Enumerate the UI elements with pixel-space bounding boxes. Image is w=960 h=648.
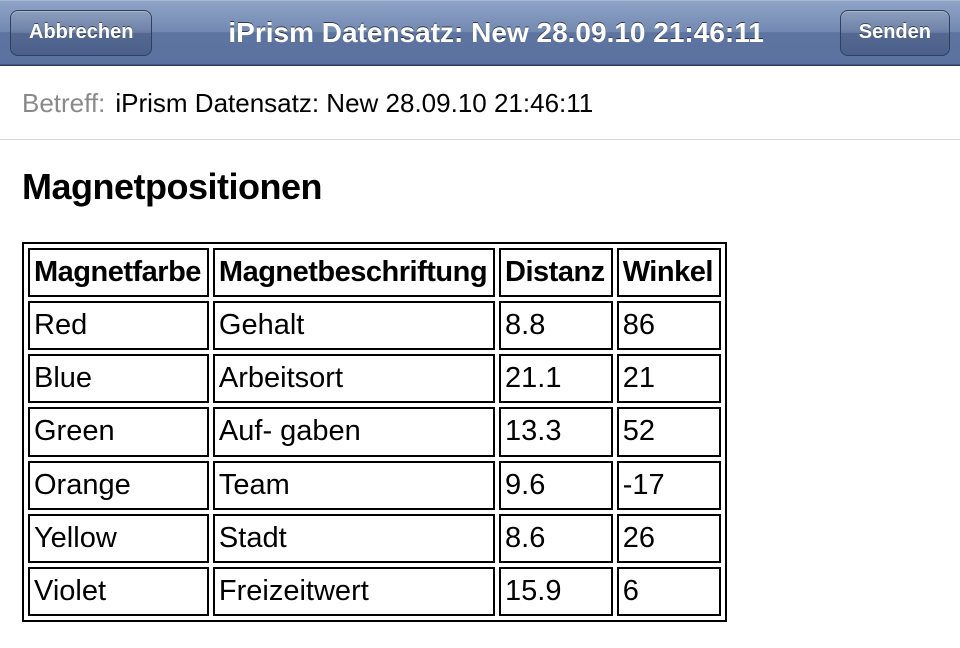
cell-distance: 13.3 <box>499 407 613 456</box>
cell-angle: 86 <box>617 301 721 350</box>
cell-distance: 9.6 <box>499 461 613 510</box>
cancel-button[interactable]: Abbrechen <box>10 10 152 56</box>
cell-label: Arbeitsort <box>213 354 495 403</box>
table-header: Magnetfarbe <box>28 248 209 297</box>
cell-distance: 8.8 <box>499 301 613 350</box>
table-row: Blue Arbeitsort 21.1 21 <box>28 354 721 403</box>
section-heading: Magnetpositionen <box>22 166 938 208</box>
table-row: Green Auf- gaben 13.3 52 <box>28 407 721 456</box>
cell-distance: 15.9 <box>499 567 613 616</box>
email-body[interactable]: Magnetpositionen Magnetfarbe Magnetbesch… <box>0 140 960 648</box>
cell-color: Green <box>28 407 209 456</box>
cell-label: Gehalt <box>213 301 495 350</box>
subject-label: Betreff: <box>22 88 105 119</box>
table-header: Magnetbeschriftung <box>213 248 495 297</box>
cell-angle: 52 <box>617 407 721 456</box>
cell-angle: 26 <box>617 514 721 563</box>
cell-label: Stadt <box>213 514 495 563</box>
cell-color: Red <box>28 301 209 350</box>
cell-label: Auf- gaben <box>213 407 495 456</box>
navbar-title: iPrism Datensatz: New 28.09.10 21:46:11 <box>152 17 839 49</box>
subject-input[interactable]: iPrism Datensatz: New 28.09.10 21:46:11 <box>115 88 593 119</box>
cell-angle: 21 <box>617 354 721 403</box>
cell-color: Orange <box>28 461 209 510</box>
table-row: Violet Freizeitwert 15.9 6 <box>28 567 721 616</box>
send-button[interactable]: Senden <box>840 10 950 56</box>
magnet-table: Magnetfarbe Magnetbeschriftung Distanz W… <box>22 242 727 622</box>
table-row: Orange Team 9.6 -17 <box>28 461 721 510</box>
cell-distance: 8.6 <box>499 514 613 563</box>
cell-label: Freizeitwert <box>213 567 495 616</box>
navbar: Abbrechen iPrism Datensatz: New 28.09.10… <box>0 0 960 66</box>
table-row: Red Gehalt 8.8 86 <box>28 301 721 350</box>
cell-angle: 6 <box>617 567 721 616</box>
cell-angle: -17 <box>617 461 721 510</box>
cell-distance: 21.1 <box>499 354 613 403</box>
cell-label: Team <box>213 461 495 510</box>
cell-color: Violet <box>28 567 209 616</box>
table-row: Yellow Stadt 8.6 26 <box>28 514 721 563</box>
table-header-row: Magnetfarbe Magnetbeschriftung Distanz W… <box>28 248 721 297</box>
table-header: Winkel <box>617 248 721 297</box>
cell-color: Blue <box>28 354 209 403</box>
table-header: Distanz <box>499 248 613 297</box>
subject-row: Betreff: iPrism Datensatz: New 28.09.10 … <box>0 66 960 140</box>
cell-color: Yellow <box>28 514 209 563</box>
